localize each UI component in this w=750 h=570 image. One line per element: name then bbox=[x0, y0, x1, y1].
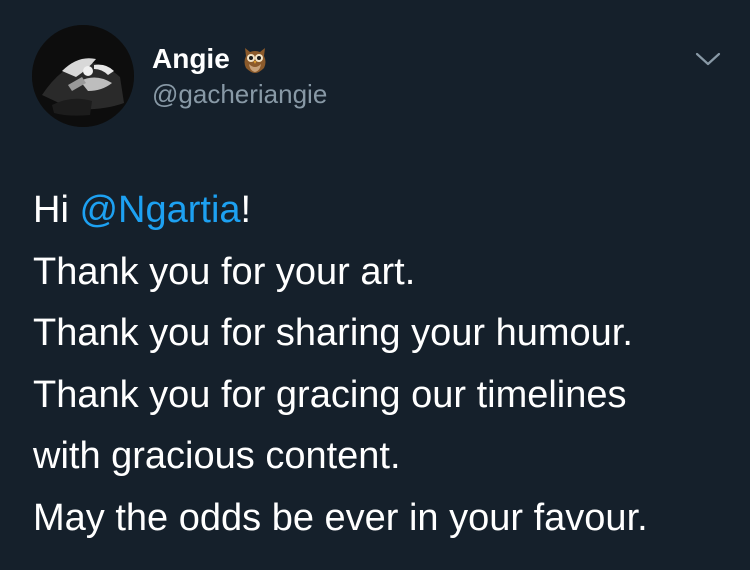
tweet-card: Angie @gacheriangie Hi @Ngartia! Thank y… bbox=[0, 0, 750, 570]
greeting-text: Hi bbox=[33, 189, 80, 231]
avatar[interactable] bbox=[32, 25, 134, 127]
display-name[interactable]: Angie bbox=[152, 42, 230, 76]
tweet-line-3: Thank you for sharing your humour. bbox=[33, 312, 633, 354]
tweet-line-6: May the odds be ever in your favour. bbox=[33, 496, 648, 539]
user-handle[interactable]: @gacheriangie bbox=[152, 78, 327, 110]
tweet-text: Hi @Ngartia! Thank you for your art. Tha… bbox=[33, 180, 733, 549]
greeting-punctuation: ! bbox=[240, 189, 252, 231]
name-row: Angie bbox=[152, 42, 327, 76]
owl-icon bbox=[242, 44, 268, 74]
avatar-image bbox=[32, 25, 134, 127]
tweet-line-2: Thank you for your art. bbox=[33, 250, 416, 293]
tweet-line-1: Hi @Ngartia! bbox=[33, 180, 733, 242]
tweet-line-5: with gracious content. bbox=[33, 435, 401, 477]
mention-link[interactable]: @Ngartia bbox=[79, 189, 240, 231]
tweet-line-4: Thank you for gracing our timelines bbox=[33, 373, 627, 416]
chevron-down-icon[interactable] bbox=[693, 46, 723, 72]
tweet-author: Angie @gacheriangie bbox=[152, 42, 327, 110]
